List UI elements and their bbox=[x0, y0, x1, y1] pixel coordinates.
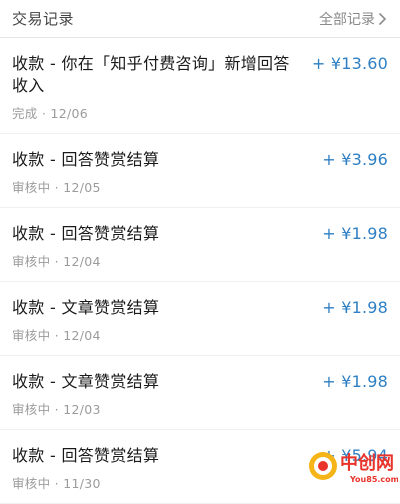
transaction-status: 审核中 bbox=[12, 180, 51, 195]
transaction-row[interactable]: 收款 - 你在「知乎付费咨询」新增回答收入 完成 · 12/06 + ¥13.6… bbox=[0, 38, 400, 134]
transaction-info: 收款 - 回答赞赏结算 审核中 · 12/04 bbox=[12, 208, 322, 281]
transaction-title: 收款 - 回答赞赏结算 bbox=[12, 224, 160, 243]
transaction-info: 收款 - 文章赞赏结算 审核中 · 12/04 bbox=[12, 282, 322, 355]
transaction-list: 收款 - 你在「知乎付费咨询」新增回答收入 完成 · 12/06 + ¥13.6… bbox=[0, 38, 400, 504]
all-records-label: 全部记录 bbox=[319, 11, 375, 28]
all-records-link[interactable]: 全部记录 bbox=[319, 9, 388, 29]
page-title: 交易记录 bbox=[12, 10, 75, 28]
transaction-status: 审核中 bbox=[12, 254, 51, 269]
meta-separator: · bbox=[50, 328, 64, 343]
transaction-status: 审核中 bbox=[12, 476, 51, 491]
transaction-title: 收款 - 文章赞赏结算 bbox=[12, 372, 160, 391]
watermark-logo: 中创网 You85.com bbox=[306, 444, 398, 488]
transaction-date: 12/04 bbox=[63, 328, 101, 343]
transaction-row[interactable]: 收款 - 回答赞赏结算 审核中 · 12/04 + ¥1.98 bbox=[0, 208, 400, 282]
transaction-meta: 审核中 · 12/04 bbox=[12, 325, 322, 344]
transaction-info: 收款 - 文章赞赏结算 审核中 · 12/03 bbox=[12, 356, 322, 429]
meta-separator: · bbox=[50, 180, 64, 195]
header-bar: 交易记录 全部记录 bbox=[0, 0, 400, 38]
transaction-status: 审核中 bbox=[12, 328, 51, 343]
transaction-status: 审核中 bbox=[12, 402, 51, 417]
meta-separator: · bbox=[50, 254, 64, 269]
transaction-date: 12/05 bbox=[63, 180, 101, 195]
transaction-title: 收款 - 你在「知乎付费咨询」新增回答收入 bbox=[12, 54, 290, 95]
transaction-date: 12/06 bbox=[50, 106, 88, 121]
transaction-amount: + ¥1.98 bbox=[322, 298, 388, 317]
transaction-records-screen: 交易记录 全部记录 收款 - 你在「知乎付费咨询」新增回答收入 完成 · 12/… bbox=[0, 0, 400, 504]
transaction-meta: 审核中 · 12/04 bbox=[12, 251, 322, 270]
transaction-amount: + ¥3.96 bbox=[322, 150, 388, 169]
transaction-meta: 审核中 · 12/03 bbox=[12, 399, 322, 418]
transaction-info: 收款 - 回答赞赏结算 审核中 · 12/05 bbox=[12, 134, 322, 207]
transaction-info: 收款 - 你在「知乎付费咨询」新增回答收入 完成 · 12/06 bbox=[12, 38, 312, 133]
transaction-date: 12/03 bbox=[63, 402, 101, 417]
transaction-date: 12/04 bbox=[63, 254, 101, 269]
transaction-amount: + ¥1.98 bbox=[322, 372, 388, 391]
transaction-amount: + ¥13.60 bbox=[311, 54, 388, 73]
transaction-status: 完成 bbox=[12, 106, 38, 121]
transaction-title: 收款 - 回答赞赏结算 bbox=[12, 446, 160, 465]
transaction-title: 收款 - 回答赞赏结算 bbox=[12, 150, 160, 169]
transaction-row[interactable]: 收款 - 文章赞赏结算 审核中 · 12/04 + ¥1.98 bbox=[0, 282, 400, 356]
transaction-title: 收款 - 文章赞赏结算 bbox=[12, 298, 160, 317]
meta-separator: · bbox=[37, 106, 51, 121]
transaction-meta: 完成 · 12/06 bbox=[12, 103, 312, 122]
watermark-subtext: You85.com bbox=[349, 475, 398, 484]
chevron-right-icon bbox=[378, 12, 388, 26]
transaction-meta: 审核中 · 11/30 bbox=[12, 473, 322, 492]
transaction-row[interactable]: 收款 - 文章赞赏结算 审核中 · 12/03 + ¥1.98 bbox=[0, 356, 400, 430]
transaction-meta: 审核中 · 12/05 bbox=[12, 177, 322, 196]
transaction-amount: + ¥1.98 bbox=[322, 224, 388, 243]
transaction-info: 收款 - 回答赞赏结算 审核中 · 11/30 bbox=[12, 430, 322, 503]
transaction-date: 11/30 bbox=[63, 476, 101, 491]
meta-separator: · bbox=[50, 476, 64, 491]
watermark-text: 中创网 bbox=[340, 452, 394, 474]
meta-separator: · bbox=[50, 402, 64, 417]
transaction-row[interactable]: 收款 - 回答赞赏结算 审核中 · 12/05 + ¥3.96 bbox=[0, 134, 400, 208]
